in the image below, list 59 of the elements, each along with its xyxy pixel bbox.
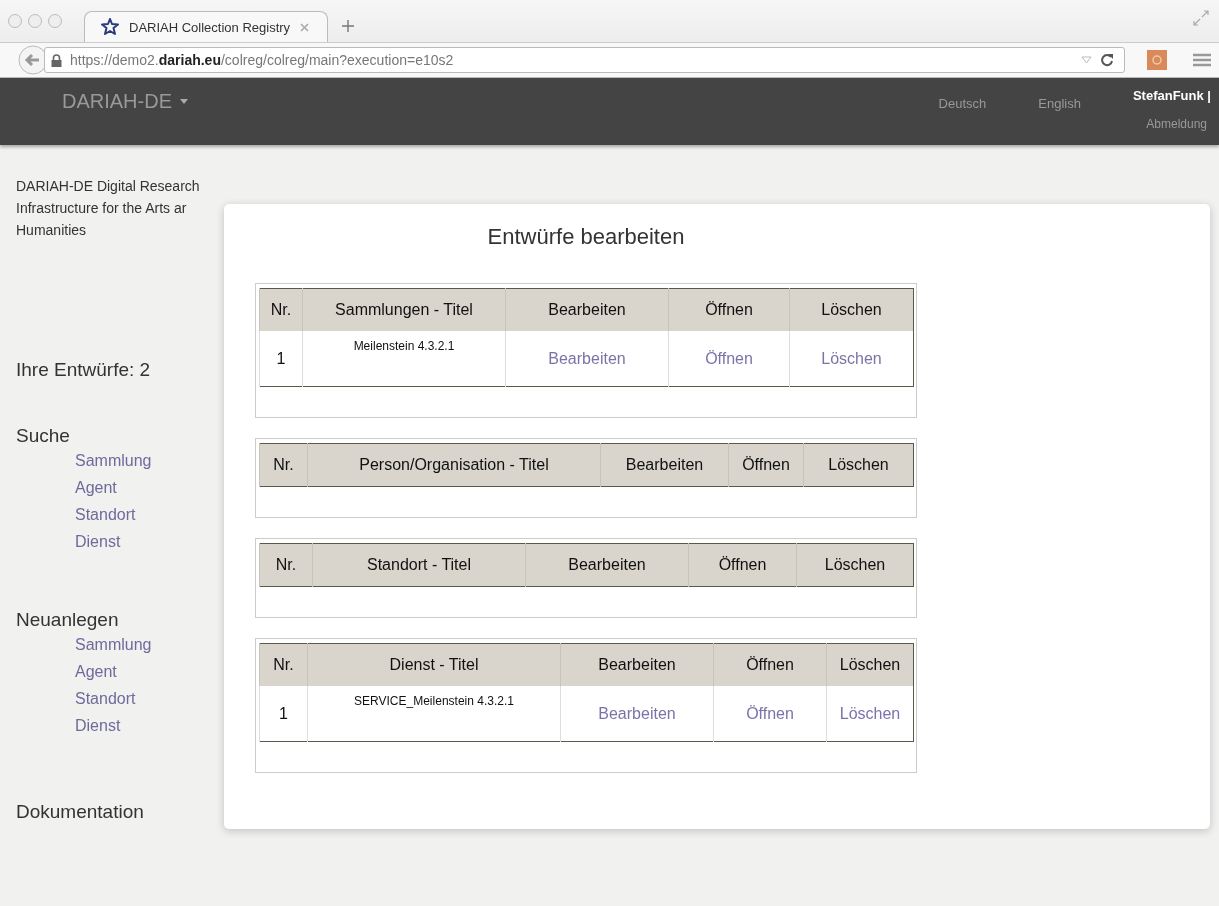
window-zoom-light[interactable] <box>48 14 62 28</box>
menu-icon[interactable] <box>1193 53 1211 67</box>
brand-menu[interactable]: DARIAH-DE <box>62 90 188 113</box>
column-header: Löschen <box>789 288 914 331</box>
column-header: Bearbeiten <box>600 443 729 487</box>
table-cell: Meilenstein 4.3.2.1 <box>302 331 506 387</box>
column-header: Löschen <box>803 443 914 487</box>
column-header: Bearbeiten <box>560 643 714 686</box>
language-link[interactable]: Deutsch <box>938 96 987 111</box>
action-link[interactable]: Bearbeiten <box>598 704 676 722</box>
extension-icon[interactable] <box>1147 50 1167 70</box>
action-link[interactable]: Bearbeiten <box>548 349 626 367</box>
caret-icon <box>180 99 188 104</box>
browser-tab[interactable]: DARIAH Collection Registry <box>84 11 329 42</box>
section-heading: Neuanlegen <box>16 609 120 631</box>
action-link[interactable]: Öffnen <box>746 704 794 722</box>
table-cell: 1 <box>259 331 303 387</box>
action-link[interactable]: Öffnen <box>705 349 753 367</box>
column-header: Standort - Titel <box>312 543 526 587</box>
column-header: Nr. <box>259 643 308 686</box>
column-header: Dienst - Titel <box>307 643 561 686</box>
column-header: Person/Organisation - Titel <box>307 443 601 487</box>
column-header: Löschen <box>796 543 914 587</box>
column-header: Nr. <box>259 288 303 331</box>
close-icon[interactable] <box>300 22 310 32</box>
logout-link[interactable]: Abmeldung <box>1146 117 1207 131</box>
new-tab-icon[interactable] <box>342 20 355 32</box>
drafts-count: Ihre Entwürfe: 2 <box>16 359 152 381</box>
column-header: Bearbeiten <box>525 543 689 587</box>
column-header: Sammlungen - Titel <box>302 288 506 331</box>
column-header: Löschen <box>826 643 914 686</box>
section-heading: Dokumentation <box>16 801 145 823</box>
dialog-title: Entwürfe bearbeiten <box>486 224 686 250</box>
reload-icon[interactable] <box>1100 53 1114 67</box>
column-header: Öffnen <box>728 443 804 487</box>
table-cell: 1 <box>259 686 308 742</box>
url-text: https://demo2.dariah.eu/colreg/colreg/main?execution=e10s2 <box>70 52 454 68</box>
dropdown-icon[interactable] <box>1081 56 1092 64</box>
intro-text: Infrastructure for the Arts ar <box>16 199 187 218</box>
fullscreen-icon[interactable] <box>1193 10 1209 26</box>
column-header: Nr. <box>259 443 308 487</box>
action-link[interactable]: Löschen <box>821 349 882 367</box>
action-link[interactable]: Löschen <box>839 704 901 722</box>
window-close-light[interactable] <box>8 14 22 28</box>
column-header: Bearbeiten <box>505 288 669 331</box>
column-header: Nr. <box>259 543 313 587</box>
user-name: StefanFunk | <box>1132 88 1211 103</box>
column-header: Öffnen <box>713 643 827 686</box>
language-link[interactable]: English <box>1038 96 1081 111</box>
column-header: Öffnen <box>688 543 797 587</box>
table-cell: SERVICE_Meilenstein 4.3.2.1 <box>307 686 561 742</box>
section-heading: Suche <box>16 425 71 447</box>
intro-text: Humanities <box>16 221 87 240</box>
column-header: Öffnen <box>668 288 790 331</box>
window-minimize-light[interactable] <box>28 14 42 28</box>
address-bar[interactable]: https://demo2.dariah.eu/colreg/colreg/main?execution=e10s2 <box>44 47 1125 73</box>
intro-text: DARIAH-DE Digital Research <box>16 177 200 196</box>
tab-title: DARIAH Collection Registry <box>129 19 291 35</box>
lock-icon <box>51 53 62 67</box>
